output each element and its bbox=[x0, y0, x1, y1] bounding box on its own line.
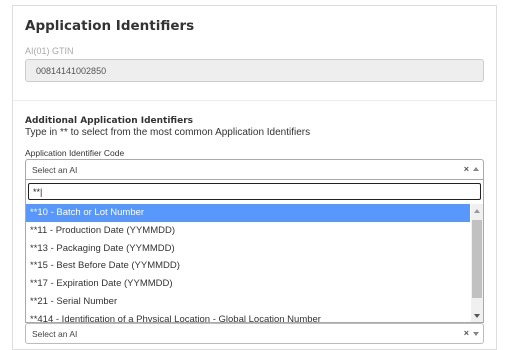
application-identifiers-card: Application Identifiers AI(01) GTIN 0081… bbox=[12, 5, 497, 350]
ai-code-select[interactable]: Select an AI × bbox=[25, 159, 484, 180]
ai-dropdown: **10 - Batch or Lot Number **11 - Produc… bbox=[25, 180, 484, 323]
ai-code-select-secondary-placeholder: Select an AI bbox=[32, 329, 78, 339]
option-ai-11[interactable]: **11 - Production Date (YYMMDD) bbox=[26, 222, 470, 240]
section-title: Application Identifiers bbox=[25, 18, 195, 34]
option-ai-21[interactable]: **21 - Serial Number bbox=[26, 293, 470, 311]
option-ai-17[interactable]: **17 - Expiration Date (YYMMDD) bbox=[26, 275, 470, 293]
option-ai-13[interactable]: **13 - Packaging Date (YYMMDD) bbox=[26, 240, 470, 258]
scroll-down-arrow-icon[interactable] bbox=[474, 314, 480, 318]
chevron-up-icon[interactable] bbox=[473, 167, 479, 171]
scroll-thumb[interactable] bbox=[472, 220, 482, 298]
ai-search-input[interactable] bbox=[28, 183, 481, 200]
gtin-field: 00814141002850 bbox=[25, 59, 484, 82]
ai-code-label: Application Identifier Code bbox=[25, 148, 125, 158]
chevron-down-icon[interactable] bbox=[473, 332, 479, 336]
ai-options-list: **10 - Batch or Lot Number **11 - Produc… bbox=[26, 204, 470, 322]
gtin-label: AI(01) GTIN bbox=[25, 46, 74, 56]
ai-code-select-placeholder: Select an AI bbox=[32, 165, 78, 175]
additional-ai-description: Type in ** to select from the most commo… bbox=[25, 127, 311, 138]
dropdown-scrollbar[interactable] bbox=[471, 204, 483, 322]
scroll-up-arrow-icon[interactable] bbox=[474, 209, 480, 213]
clear-icon[interactable]: × bbox=[464, 164, 469, 174]
section-divider bbox=[13, 100, 496, 101]
option-ai-15[interactable]: **15 - Best Before Date (YYMMDD) bbox=[26, 257, 470, 275]
additional-ai-title: Additional Application Identifiers bbox=[25, 116, 194, 126]
option-ai-414[interactable]: **414 - Identification of a Physical Loc… bbox=[26, 311, 470, 322]
option-ai-10[interactable]: **10 - Batch or Lot Number bbox=[26, 204, 470, 222]
clear-icon[interactable]: × bbox=[464, 328, 469, 338]
